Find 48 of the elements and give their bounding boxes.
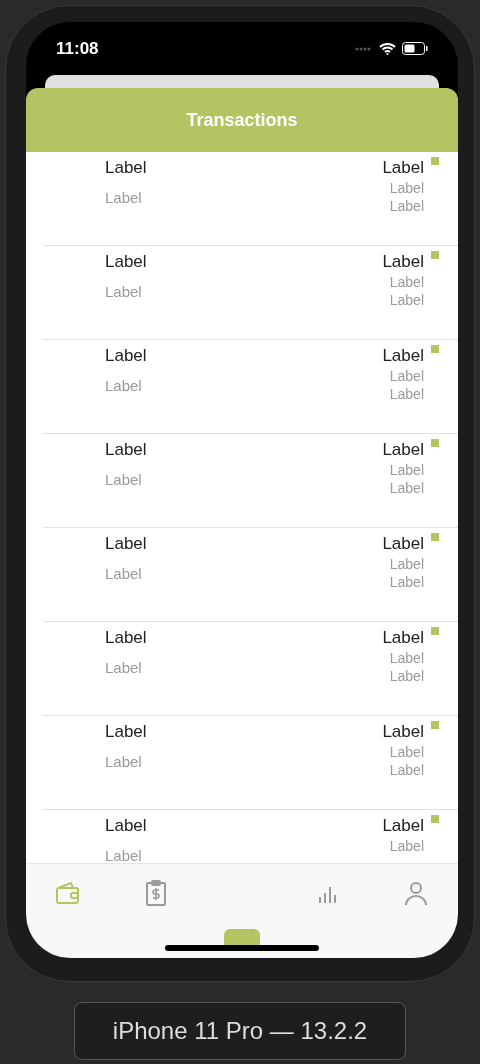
transaction-subtitle: Label bbox=[105, 658, 143, 678]
transaction-subtitle: Label bbox=[105, 470, 143, 490]
transaction-amount: Label bbox=[382, 157, 424, 179]
transaction-amount: Label bbox=[382, 439, 424, 461]
transaction-title: Label bbox=[105, 157, 147, 179]
signal-icon bbox=[355, 46, 373, 51]
transaction-subtitle: Label bbox=[105, 846, 143, 863]
transaction-title: Label bbox=[105, 627, 147, 649]
transaction-detail: Label bbox=[389, 461, 424, 479]
transaction-title: Label bbox=[105, 815, 147, 837]
transaction-title: Label bbox=[105, 439, 147, 461]
transaction-detail: Label bbox=[389, 573, 424, 591]
transaction-detail: Label bbox=[389, 179, 424, 197]
center-button[interactable] bbox=[224, 929, 260, 945]
transaction-detail: Label bbox=[389, 479, 424, 497]
transaction-subtitle: Label bbox=[105, 752, 143, 772]
transaction-amount: Label bbox=[382, 721, 424, 743]
transaction-detail: Label bbox=[389, 555, 424, 573]
transaction-detail: Label bbox=[389, 837, 424, 855]
header-title: Transactions bbox=[186, 108, 298, 132]
transaction-amount: Label bbox=[382, 533, 424, 555]
device-label: iPhone 11 Pro — 13.2.2 bbox=[74, 1002, 406, 1060]
transaction-amount: Label bbox=[382, 251, 424, 273]
transaction-subtitle: Label bbox=[105, 564, 143, 584]
wallet-icon[interactable] bbox=[54, 879, 82, 907]
transaction-detail: Label bbox=[389, 761, 424, 779]
transaction-detail: Label bbox=[389, 743, 424, 761]
transaction-amount: Label bbox=[382, 815, 424, 837]
wifi-icon bbox=[379, 42, 396, 55]
status-time: 11:08 bbox=[56, 37, 99, 60]
transaction-subtitle: Label bbox=[105, 376, 143, 396]
battery-icon bbox=[402, 42, 428, 55]
transaction-amount: Label bbox=[382, 627, 424, 649]
transaction-detail: Label bbox=[389, 367, 424, 385]
transaction-amount: Label bbox=[382, 345, 424, 367]
transaction-detail: Label bbox=[389, 197, 424, 215]
transaction-subtitle: Label bbox=[105, 188, 143, 208]
transaction-detail: Label bbox=[389, 273, 424, 291]
transaction-detail: Label bbox=[389, 385, 424, 403]
transaction-detail: Label bbox=[389, 291, 424, 309]
transaction-title: Label bbox=[105, 533, 147, 555]
transaction-detail: Label bbox=[389, 667, 424, 685]
person-icon[interactable] bbox=[402, 879, 430, 907]
transaction-title: Label bbox=[105, 345, 147, 367]
transaction-detail: Label bbox=[389, 649, 424, 667]
transaction-title: Label bbox=[105, 251, 147, 273]
transaction-title: Label bbox=[105, 721, 147, 743]
transaction-subtitle: Label bbox=[105, 282, 143, 302]
